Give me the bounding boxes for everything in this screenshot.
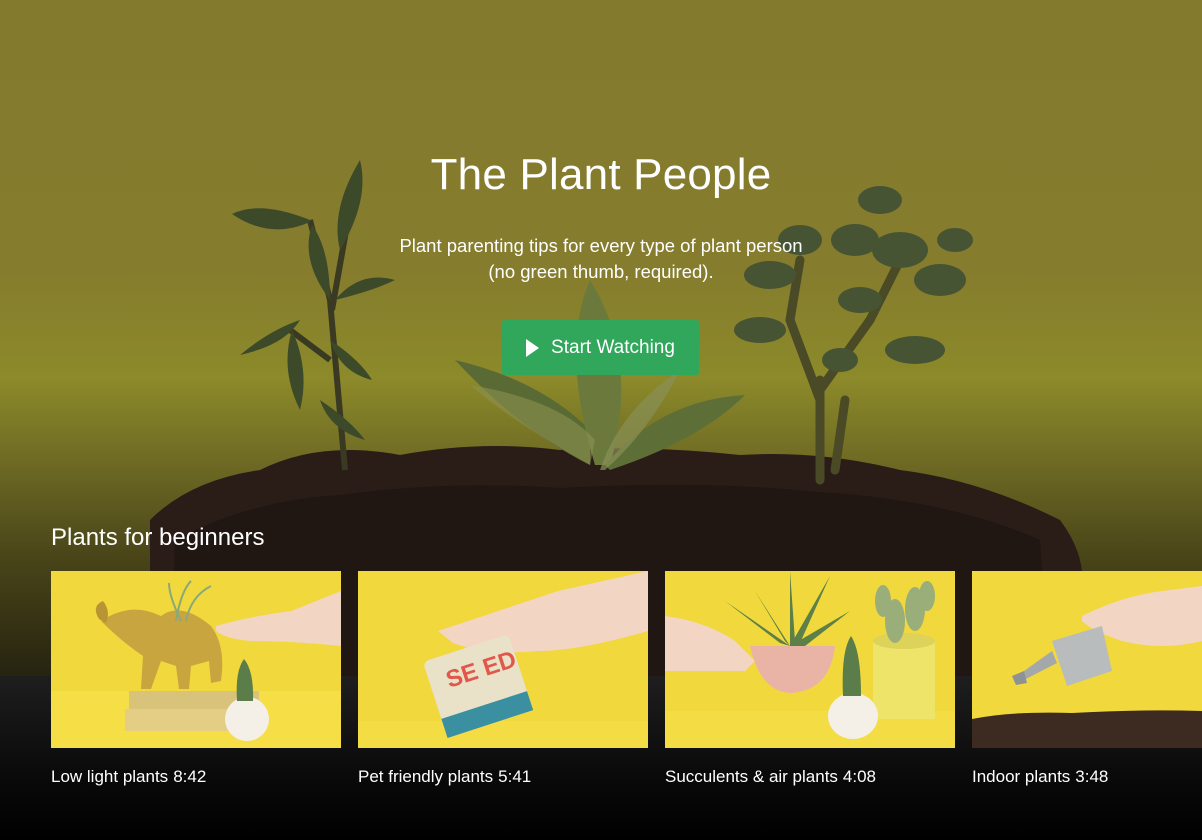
video-thumbnail[interactable]: SE ED: [358, 571, 648, 748]
start-watching-label: Start Watching: [551, 336, 675, 358]
hero-subtitle: Plant parenting tips for every type of p…: [351, 233, 851, 285]
video-card[interactable]: Succulents & air plants 4:08: [665, 571, 955, 786]
video-duration: 4:08: [842, 767, 877, 786]
section-title: Plants for beginners: [51, 524, 265, 551]
video-card-label: Low light plants 8:42: [51, 767, 206, 787]
pet-friendly-plants-thumbnail-art: SE ED: [358, 571, 648, 748]
hero-subtitle-line-2: (no green thumb, required).: [488, 261, 714, 282]
video-card-label: Indoor plants 3:48: [972, 767, 1108, 787]
hero-subtitle-line-1: Plant parenting tips for every type of p…: [399, 235, 803, 256]
video-card-label: Succulents & air plants 4:08: [665, 767, 876, 787]
video-card[interactable]: SE ED Pet friendly plants 5:41: [358, 571, 648, 786]
video-title: Pet friendly plants: [358, 767, 494, 786]
video-title: Low light plants: [51, 767, 169, 786]
video-thumbnail[interactable]: [972, 571, 1202, 748]
play-icon: [526, 338, 540, 357]
video-card-label: Pet friendly plants 5:41: [358, 767, 531, 787]
video-title: Indoor plants: [972, 767, 1071, 786]
page-title: The Plant People: [430, 150, 772, 199]
low-light-plants-thumbnail-art: [51, 571, 341, 748]
start-watching-button[interactable]: Start Watching: [502, 320, 699, 375]
video-card[interactable]: Low light plants 8:42: [51, 571, 341, 786]
video-title: Succulents & air plants: [665, 767, 838, 786]
video-thumbnail[interactable]: [51, 571, 341, 748]
video-duration: 3:48: [1075, 767, 1109, 786]
video-duration: 8:42: [173, 767, 207, 786]
video-thumbnail[interactable]: [665, 571, 955, 748]
indoor-plants-thumbnail-art: [972, 571, 1202, 748]
video-duration: 5:41: [498, 767, 532, 786]
video-card[interactable]: Indoor plants 3:48: [972, 571, 1202, 786]
succulents-air-plants-thumbnail-art: [665, 571, 955, 748]
